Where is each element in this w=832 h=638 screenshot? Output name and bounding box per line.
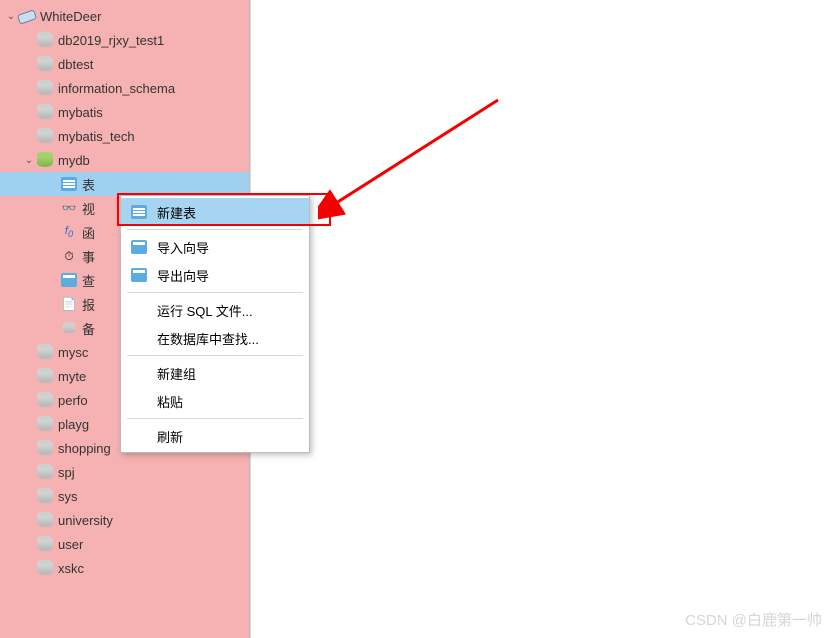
menu-separator — [127, 418, 303, 419]
export-icon — [129, 266, 149, 284]
database-icon — [36, 391, 54, 409]
menu-new-group[interactable]: 新建组 — [121, 359, 309, 387]
db-node-mydb[interactable]: ⌄ mydb — [0, 148, 249, 172]
menu-export-wizard[interactable]: 导出向导 — [121, 261, 309, 289]
database-icon — [36, 511, 54, 529]
database-icon — [36, 439, 54, 457]
database-icon — [36, 31, 54, 49]
tables-icon — [60, 175, 78, 193]
menu-new-table[interactable]: 新建表 — [121, 198, 309, 226]
database-icon — [36, 103, 54, 121]
connection-label: WhiteDeer — [40, 9, 101, 24]
db-node-xskc[interactable]: xskc — [0, 556, 249, 580]
queries-icon — [60, 271, 78, 289]
menu-refresh[interactable]: 刷新 — [121, 422, 309, 450]
db-node-sys[interactable]: sys — [0, 484, 249, 508]
database-icon — [36, 463, 54, 481]
views-icon: 👓 — [60, 199, 78, 217]
context-menu[interactable]: 新建表 导入向导 导出向导 运行 SQL 文件... 在数据库中查找... 新建… — [120, 195, 310, 453]
database-open-icon — [36, 151, 54, 169]
connection-node[interactable]: ⌄ WhiteDeer — [0, 4, 249, 28]
database-icon — [36, 535, 54, 553]
expand-arrow-icon: ⌄ — [4, 11, 18, 22]
backups-icon — [60, 319, 78, 337]
db-node-dbtest[interactable]: dbtest — [0, 52, 249, 76]
db-node-spj[interactable]: spj — [0, 460, 249, 484]
menu-separator — [127, 292, 303, 293]
menu-paste[interactable]: 粘贴 — [121, 387, 309, 415]
reports-icon: 📄 — [60, 295, 78, 313]
menu-separator — [127, 355, 303, 356]
database-icon — [36, 79, 54, 97]
database-icon — [36, 487, 54, 505]
expand-arrow-icon: ⌄ — [22, 155, 36, 166]
functions-icon: f0 — [60, 223, 78, 241]
db-node-db2019[interactable]: db2019_rjxy_test1 — [0, 28, 249, 52]
connection-icon — [18, 7, 36, 25]
tables-node[interactable]: 表 — [0, 172, 249, 196]
database-icon — [36, 343, 54, 361]
new-table-icon — [129, 203, 149, 221]
database-icon — [36, 559, 54, 577]
database-icon — [36, 55, 54, 73]
content-area — [250, 0, 832, 638]
database-icon — [36, 127, 54, 145]
events-icon: ⏱ — [60, 247, 78, 265]
db-node-mybatis-tech[interactable]: mybatis_tech — [0, 124, 249, 148]
db-node-university[interactable]: university — [0, 508, 249, 532]
database-icon — [36, 367, 54, 385]
db-node-information-schema[interactable]: information_schema — [0, 76, 249, 100]
menu-import-wizard[interactable]: 导入向导 — [121, 233, 309, 261]
db-node-user[interactable]: user — [0, 532, 249, 556]
watermark: CSDN @白鹿第一帅 — [685, 609, 822, 630]
database-icon — [36, 415, 54, 433]
import-icon — [129, 238, 149, 256]
menu-run-sql[interactable]: 运行 SQL 文件... — [121, 296, 309, 324]
menu-separator — [127, 229, 303, 230]
db-node-mybatis[interactable]: mybatis — [0, 100, 249, 124]
menu-find-in-db[interactable]: 在数据库中查找... — [121, 324, 309, 352]
